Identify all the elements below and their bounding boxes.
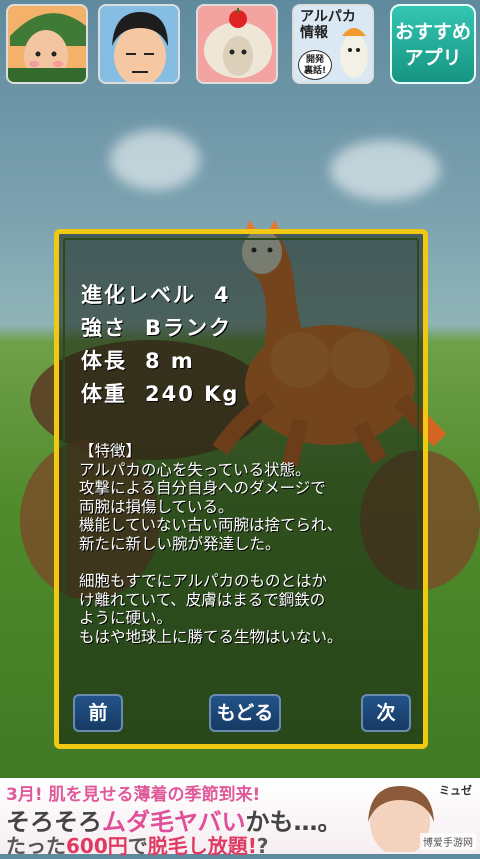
stat-level: 進化レベル 4 [81, 279, 231, 309]
prev-button[interactable]: 前 [73, 694, 123, 732]
ad-brand-logo: ミュゼ [439, 784, 472, 797]
description-heading: 【特徴】 [79, 442, 142, 460]
recommended-apps-label-1: おすすめ [394, 21, 471, 43]
alpaca-info-title: アルパカ [300, 9, 356, 25]
stat-strength: 強さ Bランク [81, 312, 232, 342]
ad-banner[interactable]: 3月! 肌を見せる薄着の季節到来! そろそろムダ毛ヤバいかも…。 たった600円… [0, 778, 480, 858]
alpaca-info-icon[interactable]: アルパカ 情報 開発 裏話! [292, 4, 374, 84]
back-button[interactable]: もどる [209, 694, 281, 732]
level-label: 進化レベル [81, 283, 196, 307]
sheep-icon [204, 8, 272, 78]
ad-offer: たった600円で脱毛し放題!? [6, 830, 268, 859]
description-text: アルパカの心を失っている状態。 攻撃による自分自身へのダメージで 両腕は損傷して… [79, 460, 343, 646]
recommended-apps-button[interactable]: おすすめ アプリ [390, 4, 476, 84]
strength-label: 強さ [81, 316, 127, 340]
ad-offer-d: 脱毛し放題! [147, 834, 257, 858]
alpaca-info-subtitle: 情報 [300, 25, 328, 41]
man-face-app-icon[interactable] [98, 4, 180, 84]
man-face-icon [112, 12, 168, 82]
cloud [110, 130, 200, 190]
weight-value: 240 Kg [145, 382, 240, 406]
description-block: 【特徴】 アルパカの心を失っている状態。 攻撃による自分自身へのダメージで 両腕は… [79, 442, 419, 647]
sheep-app-icon[interactable] [196, 4, 278, 84]
ad-offer-price: 600円 [66, 834, 128, 858]
elf-face-icon [8, 13, 86, 82]
elf-face-app-icon[interactable] [6, 4, 88, 84]
height-label: 体長 [81, 349, 127, 373]
ad-offer-a: たった [6, 834, 66, 858]
monster-info-panel: 進化レベル 4 強さ Bランク 体長 8 m 体重 240 Kg 【特徴】 アルパカの心を… [54, 229, 428, 749]
stat-height: 体長 8 m [81, 345, 195, 375]
recommended-apps-label-2: アプリ [404, 47, 462, 69]
stat-weight: 体重 240 Kg [81, 378, 239, 408]
weight-label: 体重 [81, 382, 127, 406]
watermark: 博爱手游网 [420, 833, 476, 850]
top-app-bar: アルパカ 情報 開発 裏話! おすすめ アプリ [0, 0, 480, 92]
next-button[interactable]: 次 [361, 694, 411, 732]
cloud [330, 140, 440, 200]
height-value: 8 m [145, 349, 195, 373]
ad-offer-e: ? [256, 834, 269, 858]
ad-offer-c: で [127, 834, 148, 858]
dev-story-badge: 開発 裏話! [298, 50, 332, 80]
strength-value: Bランク [145, 316, 233, 340]
level-value: 4 [214, 283, 231, 307]
